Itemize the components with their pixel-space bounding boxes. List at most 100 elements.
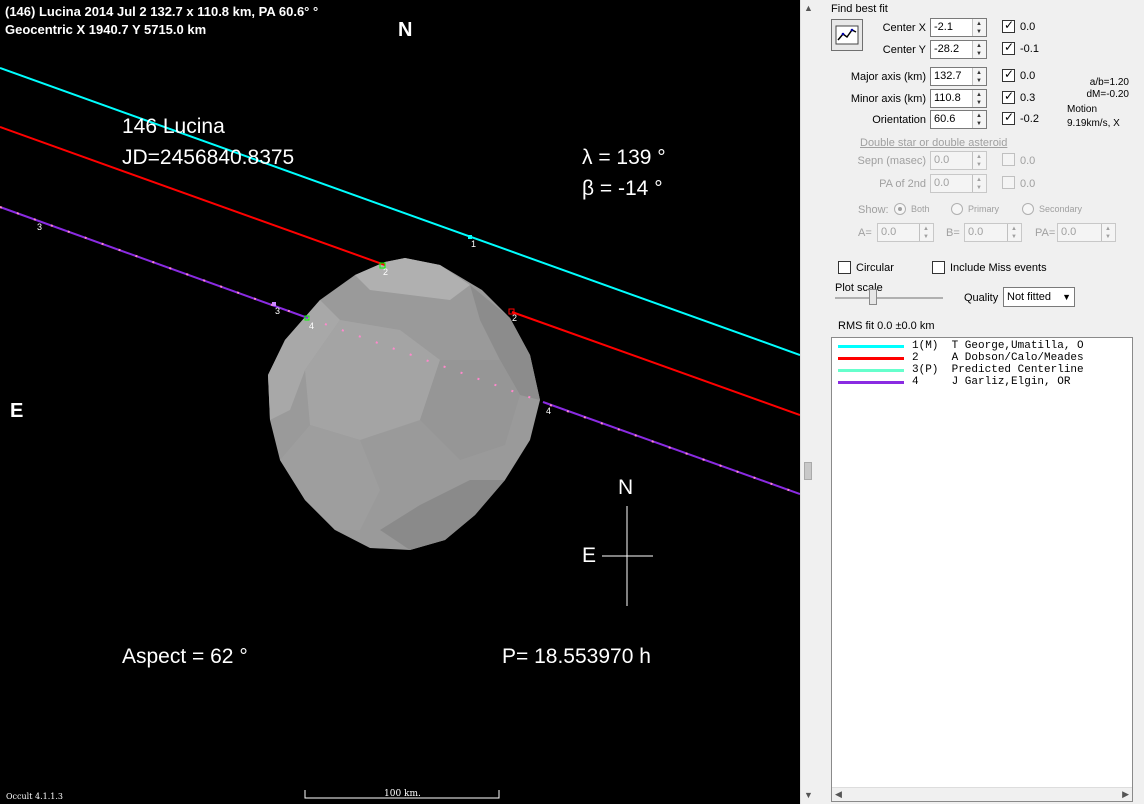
legend-swatch-3 (838, 369, 904, 372)
legend-swatch-4 (838, 381, 904, 384)
major-axis-checkbox[interactable] (1002, 67, 1015, 82)
sepn-input[interactable]: 0.0 ▲ ▼ (930, 151, 987, 170)
quality-select[interactable]: Not fitted ▼ (1003, 287, 1075, 307)
motion-value: 9.19km/s, X (1067, 118, 1120, 129)
major-axis-uncertainty: 0.0 (1020, 70, 1036, 82)
pa2-label: PA of 2nd (879, 178, 926, 190)
legend-item[interactable]: 2 A Dobson/Calo/Meades (832, 352, 1122, 364)
b-label: B= (946, 227, 960, 239)
include-miss-label: Include Miss events (950, 262, 1047, 274)
chord-label-1: 1 (471, 239, 477, 249)
show-both-radio[interactable] (894, 203, 906, 215)
period-value: P= 18.553970 h (502, 645, 651, 668)
julian-date: JD=2456840.8375 (122, 146, 295, 169)
show-both-label: Both (911, 204, 930, 214)
chevron-down-icon: ▼ (1062, 292, 1071, 302)
orientation-uncertainty: -0.2 (1020, 113, 1039, 125)
center-y-label: Center Y (882, 44, 926, 56)
legend-horizontal-scrollbar[interactable]: ◀ ▶ (832, 787, 1132, 801)
major-axis-label: Major axis (km) (850, 71, 926, 83)
plot-header-geocentric: Geocentric X 1940.7 Y 5715.0 km (5, 22, 207, 37)
orientation-checkbox[interactable] (1002, 110, 1015, 125)
occultation-plot: (146) Lucina 2014 Jul 2 132.7 x 110.8 km… (0, 0, 800, 804)
scroll-thumb[interactable] (804, 462, 812, 480)
plot-canvas (0, 67, 800, 799)
sepn-checkbox[interactable] (1002, 153, 1015, 166)
chord-label-2b: 2 (512, 313, 518, 323)
show-primary-label: Primary (968, 204, 999, 214)
chord-label-2a: 2 (383, 267, 389, 277)
lambda-value: λ = 139 ° (582, 146, 666, 169)
center-x-checkbox[interactable] (1002, 18, 1015, 33)
compass-north-label: N (618, 476, 634, 499)
rms-fit-label: RMS fit 0.0 ±0.0 km (838, 320, 935, 332)
plot-scale-slider-thumb[interactable] (869, 289, 877, 305)
legend-item[interactable]: 3(P) Predicted Centerline (832, 364, 1122, 376)
center-y-uncertainty: -0.1 (1020, 43, 1039, 55)
find-best-fit-label: Find best fit (831, 3, 888, 15)
beta-value: β = -14 ° (582, 177, 663, 200)
major-axis-input[interactable]: 132.7 ▲ ▼ (930, 67, 987, 86)
legend-item[interactable]: 1(M) T George,Umatilla, O (832, 340, 1122, 352)
pa-label: PA= (1035, 227, 1056, 239)
chord-legend-list[interactable]: 1(M) T George,Umatilla, O 2 A Dobson/Cal… (831, 337, 1133, 802)
minor-axis-input[interactable]: 110.8 ▲ ▼ (930, 89, 987, 108)
show-secondary-label: Secondary (1039, 204, 1083, 214)
orientation-input[interactable]: 60.6 ▲ ▼ (930, 110, 987, 129)
circular-checkbox[interactable] (838, 261, 851, 274)
pa2-input[interactable]: 0.0 ▲ ▼ (930, 174, 987, 193)
show-secondary-radio[interactable] (1022, 203, 1034, 215)
a-label: A= (858, 227, 872, 239)
legend-swatch-2 (838, 357, 904, 360)
center-x-input[interactable]: -2.1 ▲ ▼ (930, 18, 987, 37)
center-y-checkbox[interactable] (1002, 40, 1015, 55)
scroll-left-icon[interactable]: ◀ (835, 789, 842, 800)
sepn-uncertainty: 0.0 (1020, 155, 1036, 167)
scale-label: 100 km. (384, 789, 421, 799)
north-label: N (398, 19, 413, 41)
minor-axis-uncertainty: 0.3 (1020, 92, 1036, 104)
compass-east-label: E (582, 544, 597, 567)
b-input[interactable]: 0.0 ▲ ▼ (964, 223, 1022, 242)
pa-input[interactable]: 0.0 ▲ ▼ (1057, 223, 1116, 242)
scroll-right-icon[interactable]: ▶ (1122, 789, 1129, 800)
ab-ratio: a/b=1.20 (1089, 77, 1129, 88)
center-x-label: Center X (882, 22, 926, 34)
scroll-up-icon[interactable]: ▲ (804, 3, 813, 13)
a-input[interactable]: 0.0 ▲ ▼ (877, 223, 934, 242)
orientation-label: Orientation (872, 114, 926, 126)
chord-label-4a: 4 (309, 321, 315, 331)
east-label: E (10, 400, 24, 422)
chord-4-line-east (542, 401, 800, 495)
chord-label-3b: 3 (275, 306, 281, 316)
legend-item[interactable]: 4 J Garliz,Elgin, OR (832, 376, 1122, 388)
center-x-uncertainty: 0.0 (1020, 21, 1036, 33)
legend-swatch-1 (838, 345, 904, 348)
delta-magnitude: dM=-0.20 (1086, 89, 1129, 100)
circular-label: Circular (856, 262, 894, 274)
minor-axis-checkbox[interactable] (1002, 89, 1015, 104)
plot-header-title: (146) Lucina 2014 Jul 2 132.7 x 110.8 km… (5, 4, 319, 19)
minor-axis-label: Minor axis (km) (850, 93, 926, 105)
show-label: Show: (858, 204, 889, 216)
plot-scrollbar[interactable]: ▲ ▼ (800, 0, 816, 804)
aspect-value: Aspect = 62 ° (122, 645, 248, 668)
scroll-down-icon[interactable]: ▼ (804, 790, 813, 800)
pa2-checkbox[interactable] (1002, 176, 1015, 189)
quality-label: Quality (964, 292, 999, 304)
include-miss-checkbox[interactable] (932, 261, 945, 274)
pa2-uncertainty: 0.0 (1020, 178, 1036, 190)
asteroid-shape (268, 258, 540, 550)
object-name: 146 Lucina (122, 115, 225, 138)
show-primary-radio[interactable] (951, 203, 963, 215)
fit-panel: Find best fit Center X -2.1 ▲▼ 0.0 Cente… (817, 0, 1144, 804)
motion-label: Motion (1067, 104, 1098, 115)
version-label: Occult 4.1.1.3 (6, 792, 63, 801)
double-star-link[interactable]: Double star or double asteroid (860, 137, 1007, 149)
chord-2-line-east (511, 311, 800, 416)
center-y-input[interactable]: -28.2 ▲ ▼ (930, 40, 987, 59)
sepn-label: Sepn (masec) (857, 155, 926, 167)
plot-scale-slider[interactable] (835, 297, 943, 299)
chord-label-3a: 3 (37, 222, 43, 232)
chord-label-4b: 4 (546, 406, 552, 416)
